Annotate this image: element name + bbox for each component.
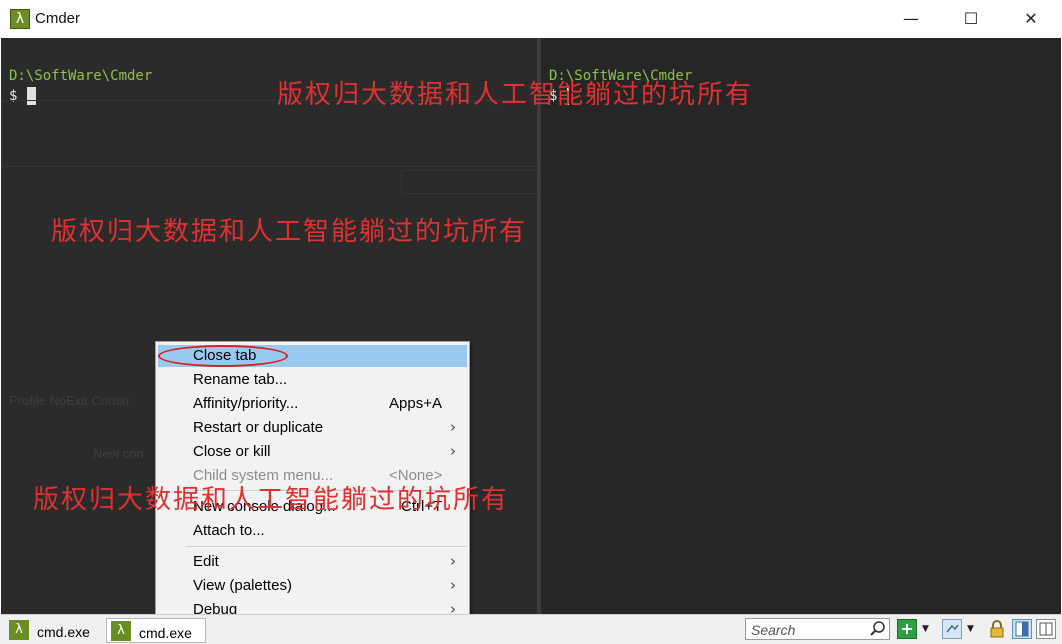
new-console-button[interactable]: + [897,619,917,639]
menu-item-affinity-priority[interactable]: Affinity/priority... Apps+A [158,393,467,415]
minimize-icon: — [903,9,919,28]
search-input[interactable]: Search [745,618,890,640]
ghost-field [401,170,537,194]
new-console-dropdown-icon[interactable]: ▼ [922,624,929,634]
layout-icon[interactable] [1036,619,1056,639]
menu-item-edit[interactable]: Edit › [158,551,467,573]
cmder-lambda-icon[interactable]: λ [10,9,30,29]
watermark-text: 版权归大数据和人工智能躺过的坑所有 [33,485,510,515]
search-placeholder: Search [751,622,796,638]
menu-item-label: Close or kill [193,443,271,460]
menu-item-view-palettes[interactable]: View (palettes) › [158,575,467,597]
menu-item-label: View (palettes) [193,577,292,594]
palette-dropdown-icon[interactable]: ▼ [967,624,974,634]
console-tab[interactable]: λ cmd.exe [5,618,103,643]
submenu-arrow-icon: › [450,576,456,594]
console-path: D:\SoftWare\Cmder [9,68,153,84]
maximize-icon: ☐ [963,9,979,28]
cmder-lambda-icon: λ [111,621,131,641]
menu-item-label: Rename tab... [193,371,288,388]
close-window-button[interactable]: ✕ [1008,0,1054,38]
menu-item-close-tab[interactable]: Close tab [158,345,467,367]
watermark-text: 版权归大数据和人工智能躺过的坑所有 [51,217,528,247]
menu-item-label: Affinity/priority... [193,395,299,412]
ghost-text: Profile NoExit Conso [9,393,129,408]
menu-item-close-or-kill[interactable]: Close or kill › [158,441,467,463]
status-bar: λ cmd.exe λ cmd.exe Search + ▼ ▼ [0,614,1062,644]
annotation-ellipse [158,345,288,367]
watermark-text: 版权归大数据和人工智能躺过的坑所有 [277,80,754,110]
minimize-button[interactable]: — [888,0,934,38]
menu-separator [186,546,467,547]
menu-item-label: Edit [193,553,219,570]
panes-glyph-icon [1015,621,1029,637]
console-pane-right[interactable]: D:\SoftWare\Cmder $ [541,38,1061,614]
plus-icon: + [900,619,914,638]
submenu-arrow-icon: › [450,418,456,436]
title-bar: λ Cmder — ☐ ✕ [0,0,1062,38]
search-icon [870,621,885,636]
maximize-button[interactable]: ☐ [948,0,994,38]
menu-item-label: Restart or duplicate [193,419,324,436]
console-tab-label: cmd.exe [139,625,192,641]
cmder-lambda-icon: λ [9,620,29,640]
console-tab-label: cmd.exe [37,624,90,640]
menu-item-label: Attach to... [193,522,265,539]
menu-item-rename-tab[interactable]: Rename tab... [158,369,467,391]
split-panes-icon[interactable] [1012,619,1032,639]
layout-glyph-icon [1039,622,1053,636]
submenu-arrow-icon: › [450,442,456,460]
console-tab-active[interactable]: λ cmd.exe [106,618,206,643]
menu-item-shortcut: Apps+A [389,395,442,412]
window-title: Cmder [35,10,81,27]
submenu-arrow-icon: › [450,552,456,570]
menu-item-attach-to[interactable]: Attach to... [158,520,467,542]
close-icon: ✕ [1024,9,1038,28]
terminal-icon[interactable] [942,619,962,639]
terminal-glyph-icon [946,624,959,633]
menu-item-restart-or-duplicate[interactable]: Restart or duplicate › [158,417,467,439]
ghost-text: New con [93,446,144,461]
lock-icon[interactable] [987,619,1007,639]
